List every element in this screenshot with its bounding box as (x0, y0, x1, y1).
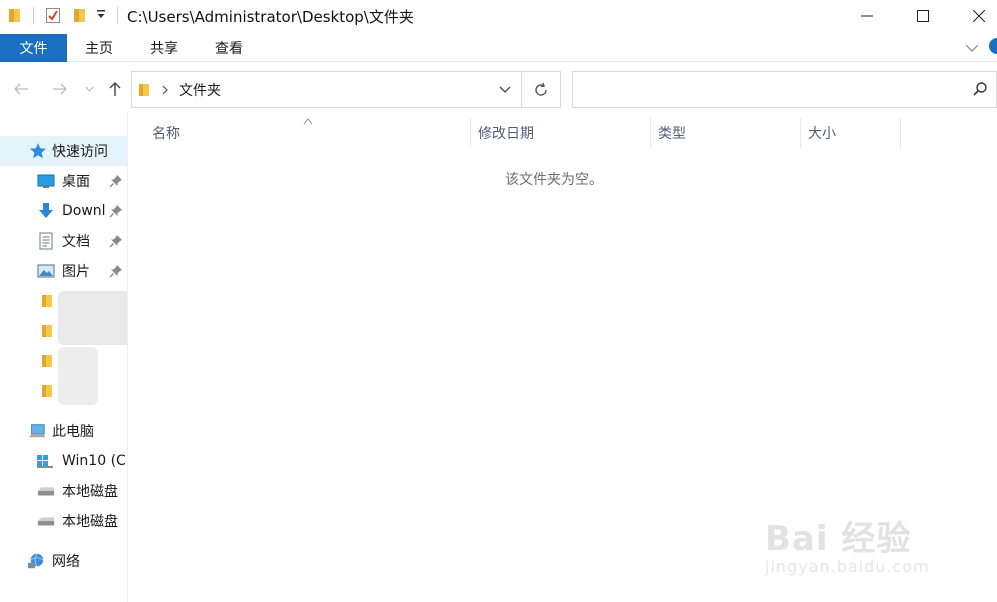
up-arrow-icon (109, 82, 121, 96)
navigation-pane: 快速访问 桌面 Downl 文档 图片 此电脑 Win10 (C 本地磁盘 本地… (0, 111, 128, 602)
column-divider[interactable] (900, 118, 901, 148)
sidebar-item-local-disk[interactable]: 本地磁盘 (0, 506, 127, 536)
sidebar-item-downloads[interactable]: Downl (0, 196, 127, 226)
address-bar[interactable]: 文件夹 (131, 71, 561, 108)
star-icon (29, 142, 47, 160)
pin-icon[interactable] (109, 264, 123, 278)
file-list-pane: 名称 修改日期 类型 大小 该文件夹为空。 (129, 111, 997, 602)
blurred-region (58, 347, 98, 405)
close-icon (973, 9, 985, 22)
refresh-icon (535, 82, 547, 96)
title-bar: C:\Users\Administrator\Desktop\文件夹 (0, 0, 997, 31)
close-button[interactable] (956, 0, 997, 31)
sidebar-item-desktop[interactable]: 桌面 (0, 166, 127, 196)
recent-locations-button[interactable] (83, 77, 95, 101)
minimize-button[interactable] (844, 0, 890, 31)
column-header-type[interactable]: 类型 (650, 118, 800, 148)
address-folder-icon (138, 72, 152, 107)
up-button[interactable] (105, 77, 125, 101)
tab-share[interactable]: 共享 (139, 34, 189, 62)
sidebar-item-label: 桌面 (62, 174, 90, 190)
column-header-name[interactable]: 名称 (144, 118, 470, 148)
forward-arrow-icon (53, 83, 67, 95)
help-icon[interactable] (989, 38, 997, 58)
sidebar-item-label: 网络 (52, 554, 80, 570)
properties-icon[interactable] (45, 6, 61, 24)
tab-file[interactable]: 文件 (0, 34, 67, 62)
sidebar-item-label: 快速访问 (52, 144, 108, 160)
network-icon (27, 552, 45, 570)
window-title: C:\Users\Administrator\Desktop\文件夹 (127, 8, 414, 26)
chevron-down-icon (85, 86, 93, 92)
sidebar-item-label: 此电脑 (52, 424, 94, 440)
sidebar-item-network[interactable]: 网络 (0, 546, 127, 576)
search-box[interactable] (572, 71, 997, 108)
sidebar-item-label: 本地磁盘 (62, 514, 118, 530)
computer-icon (28, 422, 46, 440)
pin-icon[interactable] (109, 174, 123, 188)
sidebar-item-documents[interactable]: 文档 (0, 226, 127, 256)
back-button[interactable] (10, 77, 32, 101)
tab-view[interactable]: 查看 (204, 34, 254, 62)
blurred-region (58, 291, 127, 345)
toolbar-separator (117, 7, 118, 24)
customize-dropdown-icon[interactable] (96, 9, 112, 27)
sidebar-item-label: 文档 (62, 234, 90, 250)
expand-ribbon-icon[interactable] (965, 41, 979, 57)
ribbon-tabs: 文件 主页 共享 查看 (0, 31, 997, 62)
pin-icon[interactable] (109, 204, 123, 218)
pictures-icon (37, 262, 55, 280)
document-icon (37, 232, 55, 250)
folder-icon (38, 382, 56, 400)
empty-folder-text: 该文件夹为空。 (505, 172, 603, 188)
sidebar-item-label: 图片 (62, 264, 90, 280)
sidebar-item-label: Downl (62, 203, 106, 219)
desktop-icon (37, 172, 55, 190)
folder-icon (38, 292, 56, 310)
windows-drive-icon (36, 452, 54, 470)
sidebar-item-quick-access[interactable]: 快速访问 (0, 136, 127, 166)
navigation-bar: 文件夹 (0, 63, 997, 111)
sidebar-item-drive-c[interactable]: Win10 (C (0, 446, 127, 476)
forward-button[interactable] (49, 77, 71, 101)
empty-folder-message: 该文件夹为空。 (129, 169, 997, 189)
folder-icon (38, 322, 56, 340)
column-header-size[interactable]: 大小 (800, 118, 900, 148)
search-input[interactable] (579, 78, 959, 101)
search-icon[interactable] (972, 81, 988, 101)
refresh-button[interactable] (521, 72, 560, 107)
folder-icon (38, 352, 56, 370)
download-icon (37, 202, 55, 220)
maximize-button[interactable] (900, 0, 946, 31)
address-history-button[interactable] (489, 72, 521, 107)
toolbar-separator (33, 7, 34, 24)
maximize-icon (917, 9, 929, 22)
sidebar-item-this-pc[interactable]: 此电脑 (0, 416, 127, 446)
tab-home[interactable]: 主页 (74, 34, 124, 62)
minimize-icon (861, 15, 873, 16)
sidebar-item-label: Win10 (C (62, 453, 126, 469)
sidebar-item-pictures[interactable]: 图片 (0, 256, 127, 286)
breadcrumb-separator-icon[interactable] (161, 72, 169, 107)
breadcrumb-folder[interactable]: 文件夹 (179, 72, 221, 107)
chevron-down-icon (499, 86, 511, 93)
back-arrow-icon (14, 83, 28, 95)
pin-icon[interactable] (109, 234, 123, 248)
sidebar-item-local-disk[interactable]: 本地磁盘 (0, 476, 127, 506)
sidebar-item-label: 本地磁盘 (62, 484, 118, 500)
new-folder-icon[interactable] (72, 6, 88, 24)
column-header-modified[interactable]: 修改日期 (470, 118, 650, 148)
folder-icon[interactable] (7, 6, 23, 24)
local-disk-icon (37, 482, 55, 500)
local-disk-icon (37, 512, 55, 530)
